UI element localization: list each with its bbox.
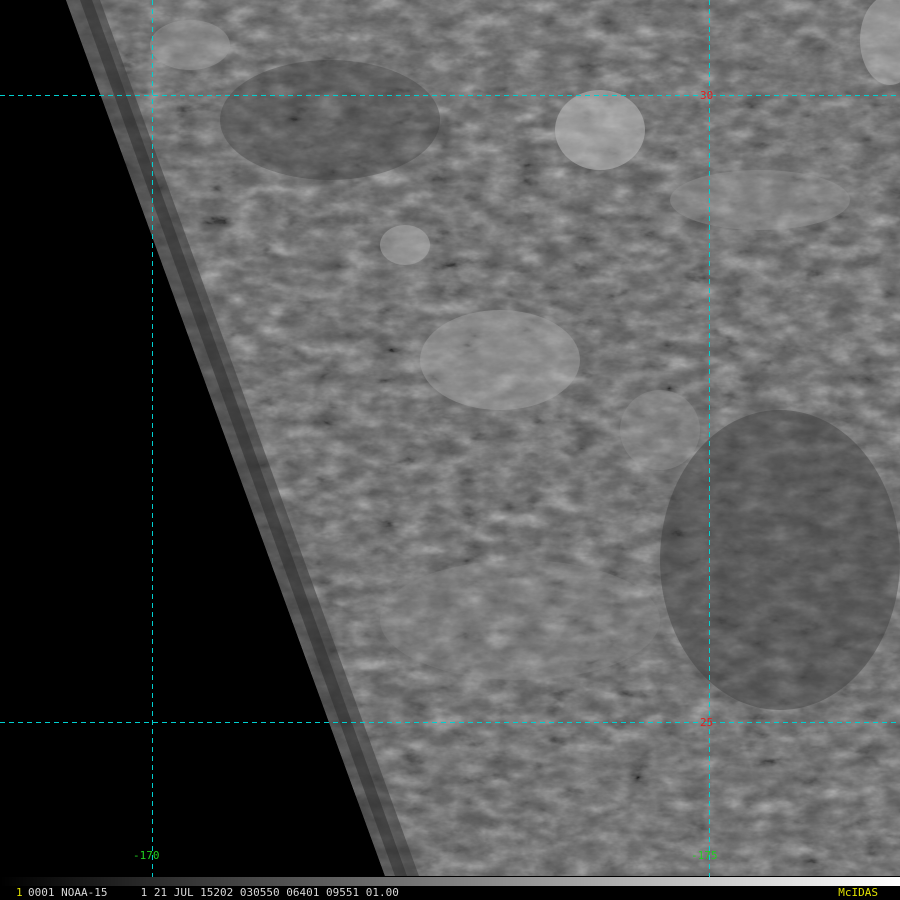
latitude-label-30: 30 [700,89,713,102]
longitude-label-175: -175 [691,849,718,862]
status-bar: 1 0001 NOAA-15 1 21 JUL 15202 030550 064… [0,886,900,900]
grayscale-ramp [0,877,900,886]
longitude-label-170: -170 [133,849,160,862]
frame-number: 1 [16,886,23,899]
satellite-image-map: 30 25 -170 -175 [0,0,900,900]
status-text: 0001 NOAA-15 1 21 JUL 15202 030550 06401… [28,886,399,899]
latitude-label-25: 25 [700,716,713,729]
mcidas-brand: McIDAS [838,886,878,899]
